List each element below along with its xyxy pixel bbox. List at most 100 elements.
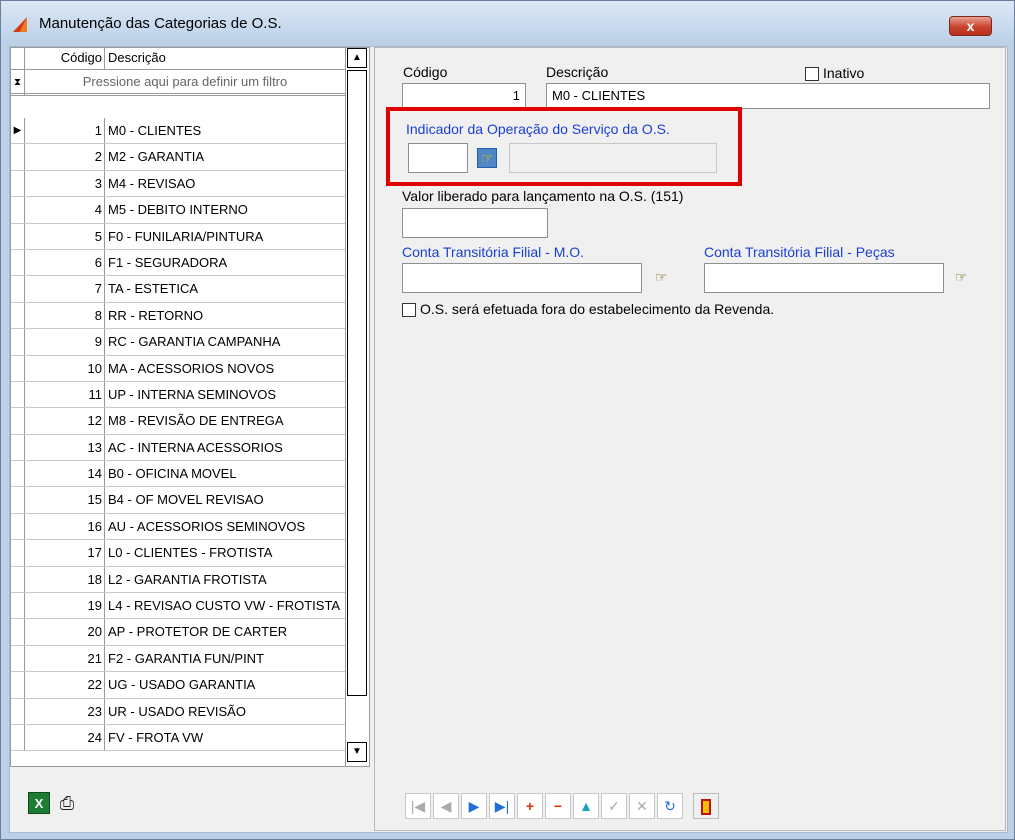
first-record-button[interactable]: |◀ xyxy=(405,793,431,819)
table-row[interactable]: 13 AC - INTERNA ACESSORIOS xyxy=(11,434,345,462)
table-row[interactable]: 16 AU - ACESSORIOS SEMINOVOS xyxy=(11,513,345,541)
fora-label: O.S. será efetuada fora do estabelecimen… xyxy=(420,301,775,317)
table-row[interactable]: 20 AP - PROTETOR DE CARTER xyxy=(11,619,345,646)
table-row[interactable]: 12 M8 - REVISÃO DE ENTREGA xyxy=(11,408,345,435)
descricao-field[interactable]: M0 - CLIENTES xyxy=(546,83,990,109)
row-code: 5 xyxy=(25,223,105,249)
row-description: AU - ACESSORIOS SEMINOVOS xyxy=(108,518,306,534)
table-row[interactable]: 18 L2 - GARANTIA FROTISTA xyxy=(11,566,345,594)
last-record-button[interactable]: ▶| xyxy=(489,793,515,819)
conta-mo-label: Conta Transitória Filial - M.O. xyxy=(402,244,585,260)
excel-icon[interactable]: X xyxy=(28,792,50,814)
close-button[interactable]: x xyxy=(949,16,992,36)
conta-mo-field[interactable] xyxy=(402,263,642,293)
row-code: 3 xyxy=(25,170,105,197)
table-row[interactable]: 9 RC - GARANTIA CAMPANHA xyxy=(11,329,345,356)
valor-field[interactable] xyxy=(402,208,548,238)
grid-scrollbar[interactable]: ▲ ▼ xyxy=(345,48,369,766)
inativo-checkbox[interactable] xyxy=(805,67,819,81)
pointing-hand-icon[interactable]: ☞ xyxy=(651,268,671,288)
row-code: 15 xyxy=(25,487,105,513)
row-code: 12 xyxy=(25,408,105,434)
app-logo-icon xyxy=(13,17,27,32)
conta-pecas-field[interactable] xyxy=(704,263,944,293)
row-code: 2 xyxy=(25,144,105,170)
table-row[interactable]: 5 F0 - FUNILARIA/PINTURA xyxy=(11,223,345,250)
pointing-hand-icon[interactable]: ☞ xyxy=(951,268,971,288)
row-description: M4 - REVISAO xyxy=(108,175,196,191)
row-indicator xyxy=(11,170,25,197)
row-description: RR - RETORNO xyxy=(108,307,204,323)
row-description: AP - PROTETOR DE CARTER xyxy=(108,624,288,640)
refresh-button[interactable]: ↻ xyxy=(657,793,683,819)
row-code: 13 xyxy=(25,434,105,461)
table-row[interactable]: 17 L0 - CLIENTES - FROTISTA xyxy=(11,540,345,567)
prev-record-button[interactable]: ◀ xyxy=(433,793,459,819)
row-code: 14 xyxy=(25,461,105,487)
table-row[interactable]: ▶ 1 M0 - CLIENTES xyxy=(11,118,345,145)
table-row[interactable]: 4 M5 - DEBITO INTERNO xyxy=(11,197,345,224)
filter-row[interactable]: ⧗ Pressione aqui para definir um filtro xyxy=(11,70,345,96)
table-row[interactable]: 19 L4 - REVISAO CUSTO VW - FROTISTA xyxy=(11,593,345,620)
next-record-button[interactable]: ▶ xyxy=(461,793,487,819)
row-description: MA - ACESSORIOS NOVOS xyxy=(108,360,275,376)
codigo-field[interactable]: 1 xyxy=(402,83,526,109)
filter-hint[interactable]: Pressione aqui para definir um filtro xyxy=(25,70,345,96)
row-code: 16 xyxy=(25,513,105,540)
cancel-record-button[interactable]: ✕ xyxy=(629,793,655,819)
row-indicator xyxy=(11,461,25,487)
row-indicator xyxy=(11,197,25,223)
insert-record-button[interactable]: + xyxy=(517,793,543,819)
row-indicator xyxy=(11,724,25,751)
categories-grid[interactable]: Código Descrição ⧗ Pressione aqui para d… xyxy=(10,47,370,767)
scroll-up-button[interactable]: ▲ xyxy=(347,48,367,68)
title-bar: Manutenção das Categorias de O.S. x xyxy=(1,1,1014,39)
table-row[interactable]: 11 UP - INTERNA SEMINOVOS xyxy=(11,381,345,409)
row-indicator xyxy=(11,434,25,461)
edit-record-button[interactable]: ▲ xyxy=(573,793,599,819)
table-row[interactable]: 22 UG - USADO GARANTIA xyxy=(11,672,345,699)
delete-record-button[interactable]: − xyxy=(545,793,571,819)
row-description: M2 - GARANTIA xyxy=(108,149,205,165)
table-row[interactable]: 15 B4 - OF MOVEL REVISAO xyxy=(11,487,345,514)
row-description: L2 - GARANTIA FROTISTA xyxy=(108,571,267,587)
table-row[interactable]: 7 TA - ESTETICA xyxy=(11,276,345,303)
row-description: L0 - CLIENTES - FROTISTA xyxy=(108,545,273,561)
table-row[interactable]: 14 B0 - OFICINA MOVEL xyxy=(11,461,345,488)
table-row[interactable]: 10 MA - ACESSORIOS NOVOS xyxy=(11,355,345,382)
row-description: M0 - CLIENTES xyxy=(108,123,202,138)
conta-pecas-label: Conta Transitória Filial - Peças xyxy=(704,244,895,260)
table-row[interactable]: 3 M4 - REVISAO xyxy=(11,170,345,198)
table-row[interactable]: 2 M2 - GARANTIA xyxy=(11,144,345,171)
row-code: 7 xyxy=(25,276,105,302)
post-record-button[interactable]: ✓ xyxy=(601,793,627,819)
app-window: Manutenção das Categorias de O.S. x Códi… xyxy=(0,0,1015,840)
row-description: M8 - REVISÃO DE ENTREGA xyxy=(108,413,284,429)
table-row[interactable]: 8 RR - RETORNO xyxy=(11,302,345,330)
row-indicator xyxy=(11,513,25,540)
column-header-descricao[interactable]: Descrição xyxy=(105,48,345,70)
row-indicator xyxy=(11,381,25,408)
table-row[interactable]: 24 FV - FROTA VW xyxy=(11,724,345,752)
row-indicator xyxy=(11,672,25,698)
row-code: 4 xyxy=(25,197,105,223)
exit-door-icon[interactable] xyxy=(693,793,719,819)
print-icon[interactable]: ⎙ xyxy=(56,792,78,814)
table-row[interactable]: 21 F2 - GARANTIA FUN/PINT xyxy=(11,645,345,673)
scroll-down-button[interactable]: ▼ xyxy=(347,742,367,762)
row-indicator xyxy=(11,144,25,170)
row-indicator xyxy=(11,329,25,355)
row-indicator xyxy=(11,302,25,329)
column-header-codigo[interactable]: Código xyxy=(25,48,105,70)
row-indicator xyxy=(11,540,25,566)
row-description: UG - USADO GARANTIA xyxy=(108,677,256,693)
scroll-thumb[interactable] xyxy=(347,70,367,696)
row-code: 19 xyxy=(25,593,105,619)
row-description: AC - INTERNA ACESSORIOS xyxy=(108,439,283,455)
table-row[interactable]: 23 UR - USADO REVISÃO xyxy=(11,698,345,725)
fora-checkbox[interactable] xyxy=(402,303,416,317)
row-description: UR - USADO REVISÃO xyxy=(108,703,246,719)
row-indicator xyxy=(11,619,25,645)
table-row[interactable]: 6 F1 - SEGURADORA xyxy=(11,249,345,277)
row-description: FV - FROTA VW xyxy=(108,729,204,745)
